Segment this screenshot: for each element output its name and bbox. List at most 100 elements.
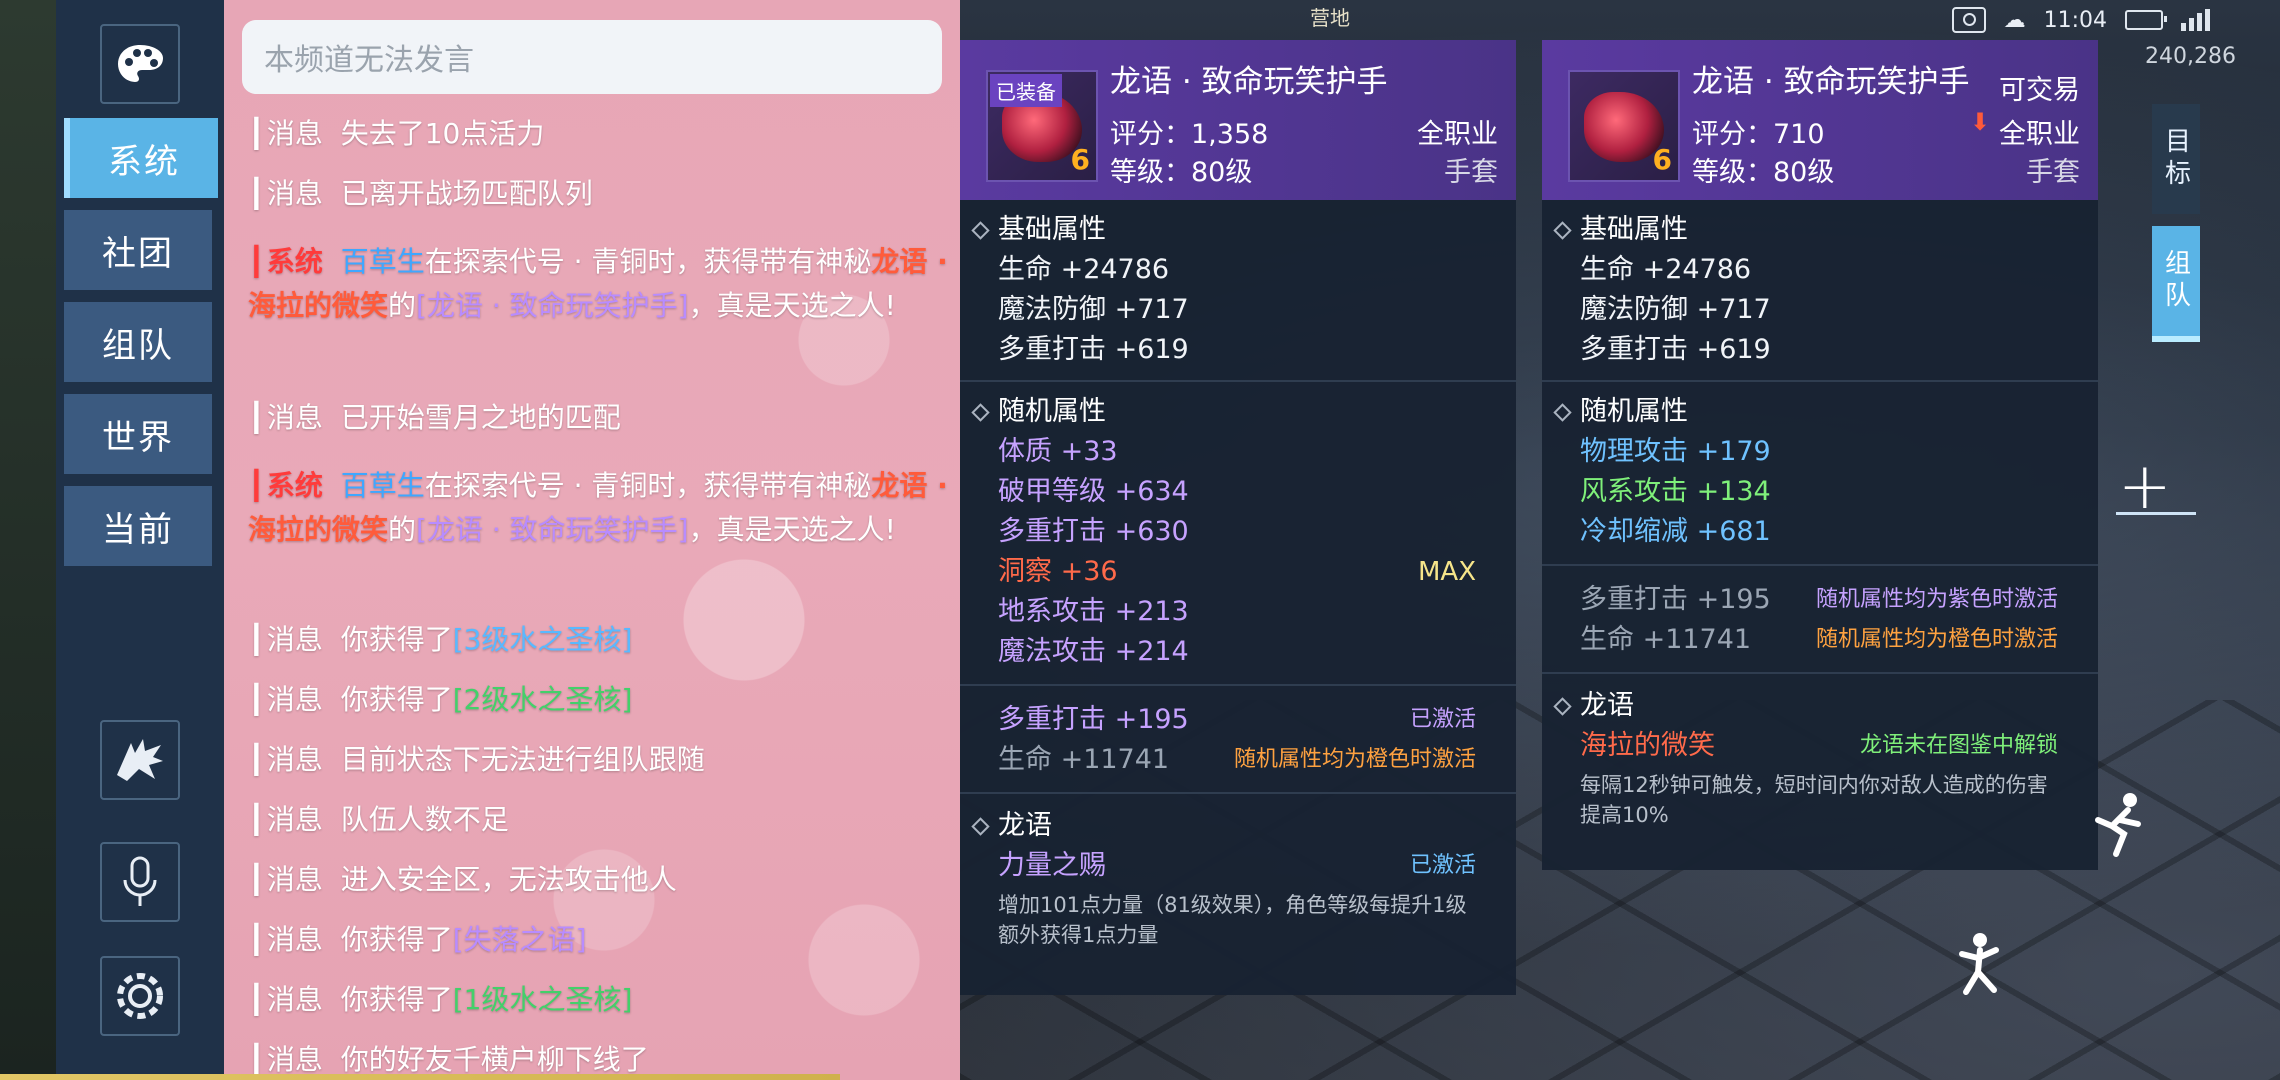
dragon-word-status: 龙语未在图鉴中解锁 [1859,733,2058,758]
message-text: 的 [388,289,417,322]
message-text: 队伍人数不足 [340,803,509,836]
enhance-level: 6 [1652,143,1672,176]
attribute-line: 生命 +24786 [998,254,1170,285]
item-header: 6 龙语 · 致命玩笑护手 可交易 评分：710 ⬇ 等级：80级 全职业 手套 [1542,40,2098,200]
bonus-text: 多重打击 +195 [1580,584,1771,615]
message-tag: 消息 [248,117,323,150]
message-text: 你的好友千横户柳下线了 [340,1043,649,1076]
item-score: 评分：710 [1692,119,1825,150]
attribute-line: 多重打击 +630 [998,516,1189,547]
item-link[interactable]: [2级水之圣核] [453,683,633,716]
bonus-status: 随机属性均为橙色时激活 [1815,627,2058,652]
dragon-word-name: 海拉的微笑 [1580,730,1715,761]
message-text: 你获得了 [340,983,453,1016]
max-badge: MAX [1417,557,1476,587]
dragon-word-section: 龙语 海拉的微笑 龙语未在图鉴中解锁 每隔12秒钟可触发，短时间内你对敌人造成的伤… [1542,672,2098,830]
item-level: 等级：80级 [1110,157,1253,188]
player-link[interactable]: 百草生 [341,245,425,278]
item-slot: 手套 [1444,157,1498,188]
message-text: 已开始雪月之地的匹配 [340,401,621,434]
clock: 11:04 [2043,7,2107,33]
status-bar: ☁ 11:04 [1951,0,2280,40]
message-tag: 消息 [248,923,323,956]
item-link[interactable]: [龙语 · 致命玩笑护手] [416,289,689,322]
message-tag: 消息 [248,983,323,1016]
item-slot: 手套 [2026,157,2080,188]
attribute-line: 冷却缩减 +681 [1580,516,1771,547]
item-link[interactable]: [3级水之圣核] [453,623,633,656]
attribute-line: 多重打击 +619 [998,334,1189,365]
camera-icon[interactable] [1951,7,1986,33]
item-link[interactable]: [龙语 · 致命玩笑护手] [416,513,689,546]
section-title: 龙语 [1542,686,2098,726]
bonus-line: 生命 +11741 随机属性均为橙色时激活 [960,740,1516,780]
attribute-line: 魔法防御 +717 [1580,294,1771,325]
message-tag: 消息 [248,863,323,896]
equipped-item-tooltip: 6 已装备 龙语 · 致命玩笑护手 评分：1,358 等级：80级 全职业 手套… [960,40,1516,995]
dragon-word-status: 已激活 [1409,853,1476,878]
message-tag: 系统 [248,245,323,278]
base-attributes: 基础属性 生命 +24786 魔法防御 +717 多重打击 +619 [960,200,1516,380]
gauntlet-icon: 6 已装备 [986,70,1098,182]
attribute-line: 地系攻击 +213 [998,596,1189,627]
tradable-label: 可交易 [1999,75,2080,106]
weather-icon: ☁ [2003,7,2026,33]
chat-message: 消息 你获得了[3级水之圣核] [248,618,948,662]
item-name: 龙语 · 致命玩笑护手 [1110,64,1388,100]
attribute-line: 多重打击 +619 [1580,334,1771,365]
player-link[interactable]: 百草生 [341,469,425,502]
battery-icon [2125,10,2167,30]
tab-guild[interactable]: 社团 [64,210,212,290]
sprint-icon[interactable] [2090,790,2150,860]
random-attributes: 随机属性 物理攻击 +179 风系攻击 +134 冷却缩减 +681 [1542,380,2098,564]
message-text: ，真是天选之人! [688,513,896,546]
bonus-line: 多重打击 +195 随机属性均为紫色时激活 [1542,580,2098,620]
channel-rail: 系统 社团 组队 世界 当前 [56,0,224,1080]
item-class: 全职业 [1417,119,1498,150]
chat-message: 消息 你获得了[1级水之圣核] [248,978,948,1022]
section-title: 基础属性 [1542,210,2098,250]
item-level: 等级：80级 [1692,157,1835,188]
bonus-line: 生命 +11741 随机属性均为橙色时激活 [1542,620,2098,660]
chat-input[interactable]: 本频道无法发言 [242,20,942,94]
team-tab[interactable]: 组队 [2152,226,2200,342]
chat-message: 系统 百草生在探索代号 · 青铜时，获得带有神秘龙语 · 海拉的微笑的[龙语 ·… [248,240,948,328]
gauntlet-icon: 6 [1568,70,1680,182]
tab-system[interactable]: 系统 [64,118,218,198]
set-bonus: 多重打击 +195 已激活 生命 +11741 随机属性均为橙色时激活 [960,684,1516,792]
item-link[interactable]: [失落之语] [453,923,587,956]
chat-message: 消息 队伍人数不足 [248,798,948,842]
message-text: 你获得了 [340,623,453,656]
attribute-line: 风系攻击 +134 [1580,476,1771,507]
dragon-emblem-icon[interactable] [100,720,180,800]
chat-message: 消息 你获得了[失落之语] [248,918,948,962]
chat-message: 消息 目前状态下无法进行组队跟随 [248,738,948,782]
tab-nearby[interactable]: 当前 [64,486,212,566]
chat-message: 消息 已开始雪月之地的匹配 [248,396,948,440]
chat-message: 消息 已离开战场匹配队列 [248,172,948,216]
dragon-word-name: 力量之赐 [998,850,1106,881]
palette-icon[interactable] [100,24,180,104]
attribute-line: 物理攻击 +179 [1580,436,1771,467]
message-text: 你获得了 [340,923,453,956]
target-tab[interactable]: 目标 [2152,104,2200,214]
microphone-icon[interactable] [100,842,180,922]
enhance-level: 6 [1070,143,1090,176]
settings-gear-icon[interactable] [100,956,180,1036]
dragon-word-desc: 增加101点力量（81级效果），角色等级每提升1级额外获得1点力量 [998,893,1467,947]
set-bonus: 多重打击 +195 随机属性均为紫色时激活 生命 +11741 随机属性均为橙色时激… [1542,564,2098,672]
chat-panel: 本频道无法发言 消息 失去了10点活力 消息 已离开战场匹配队列 系统 百草生在… [224,0,960,1080]
message-text: 你获得了 [340,683,453,716]
jump-icon[interactable] [1950,930,2010,1000]
chat-message: 消息 进入安全区，无法攻击他人 [248,858,948,902]
tab-team[interactable]: 组队 [64,302,212,382]
item-link[interactable]: [1级水之圣核] [453,983,633,1016]
section-title: 龙语 [960,806,1516,846]
attribute-text: 洞察 +36 [998,556,1118,587]
message-text: 在探索代号 · 青铜时，获得带有神秘 [424,245,872,278]
message-tag: 消息 [248,743,323,776]
message-tag: 消息 [248,623,323,656]
tab-world[interactable]: 世界 [64,394,212,474]
item-score: 评分：1,358 [1110,119,1269,150]
bonus-status: 随机属性均为紫色时激活 [1815,587,2058,612]
